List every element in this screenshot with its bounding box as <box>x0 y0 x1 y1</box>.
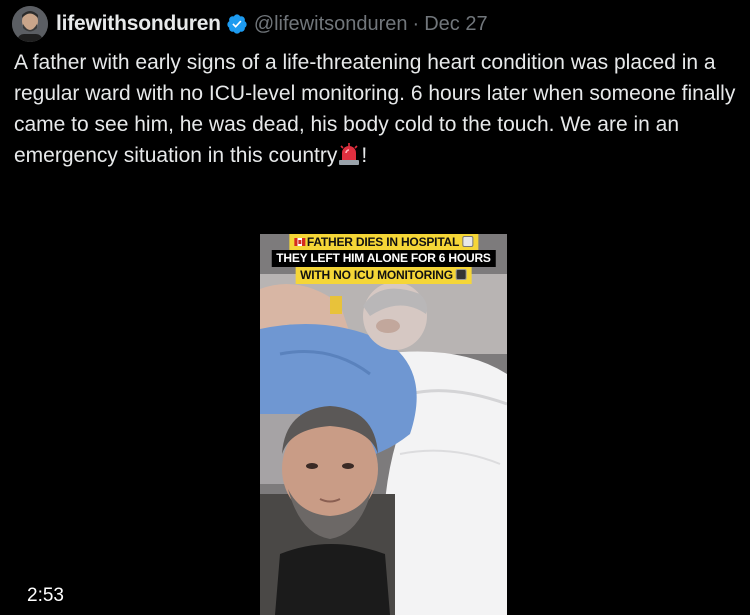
post-text: A father with early signs of a life-thre… <box>14 47 739 171</box>
video-frame[interactable]: FATHER DIES IN HOSPITAL THEY LEFT HIM AL… <box>260 234 507 615</box>
video-player[interactable]: FATHER DIES IN HOSPITAL THEY LEFT HIM AL… <box>0 216 750 615</box>
video-caption-line1: FATHER DIES IN HOSPITAL <box>288 234 479 251</box>
hospital-icon <box>462 236 474 247</box>
display-name[interactable]: lifewithsonduren <box>56 12 221 36</box>
meta-separator: · <box>412 12 420 35</box>
post-header: lifewithsonduren @lifewitsonduren · Dec 27 <box>12 6 488 42</box>
monitor-icon <box>455 269 467 280</box>
user-handle[interactable]: @lifewitsonduren <box>254 13 408 35</box>
video-caption-line2: THEY LEFT HIM ALONE FOR 6 HOURS <box>271 250 496 267</box>
caption-text-3: WITH NO ICU MONITORING <box>300 268 453 282</box>
post-meta: @lifewitsonduren · Dec 27 <box>254 13 488 36</box>
avatar[interactable] <box>12 6 48 42</box>
post-body: A father with early signs of a life-thre… <box>14 51 736 167</box>
post-text-suffix: ! <box>361 144 368 167</box>
siren-icon <box>339 143 360 165</box>
canada-flag-icon <box>293 238 305 246</box>
video-duration: 2:53 <box>27 585 64 606</box>
verified-badge-icon <box>227 14 247 34</box>
video-thumbnail <box>260 234 507 615</box>
video-caption-line3: WITH NO ICU MONITORING <box>295 267 472 284</box>
post-date[interactable]: Dec 27 <box>424 13 487 35</box>
caption-text-1: FATHER DIES IN HOSPITAL <box>306 235 460 249</box>
caption-text-2: THEY LEFT HIM ALONE FOR 6 HOURS <box>276 251 491 265</box>
